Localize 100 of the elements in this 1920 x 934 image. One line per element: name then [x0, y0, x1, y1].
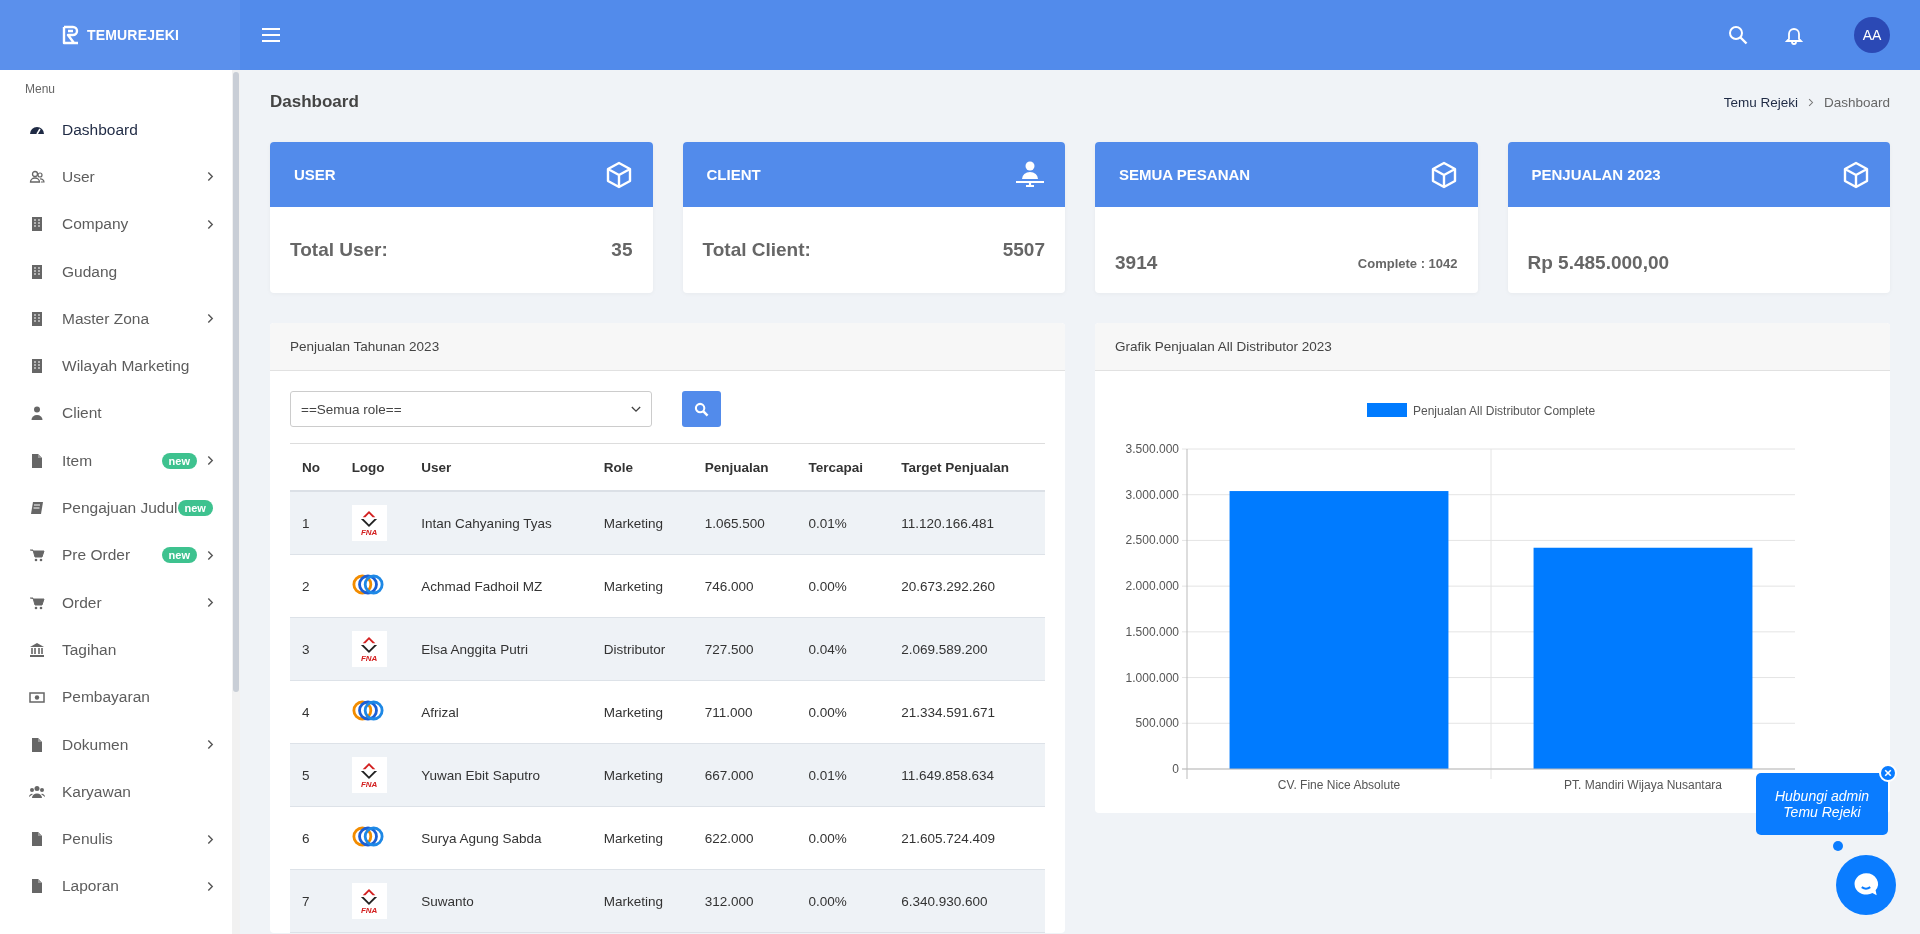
new-badge: new	[161, 452, 197, 469]
y-tick-label: 2.500.000	[1125, 533, 1179, 548]
y-tick-label: 2.000.000	[1125, 579, 1179, 594]
bubble-tail-icon	[1833, 841, 1843, 851]
table-cell: 0.00%	[796, 869, 890, 933]
table-cell: 0.04%	[796, 617, 890, 681]
table-cell: 0.01%	[796, 491, 890, 555]
sidebar-item[interactable]: Laporan	[0, 862, 232, 911]
table-cell: 622.000	[692, 806, 797, 870]
sidebar-item[interactable]: Dokumen	[0, 720, 232, 769]
table-cell: Marketing	[591, 680, 693, 744]
sidebar-item[interactable]: Penulis	[0, 815, 232, 863]
chevron-right-icon	[1807, 97, 1814, 107]
table-cell: 11.120.166.481	[889, 491, 1045, 555]
y-tick-label: 500.000	[1135, 716, 1179, 731]
bell-icon[interactable]	[1784, 25, 1804, 45]
breadcrumb-link[interactable]: Temu Rejeki	[1723, 94, 1798, 110]
table-cell: Marketing	[591, 554, 693, 618]
search-icon[interactable]	[1728, 25, 1748, 45]
y-tick-label: 3.500.000	[1125, 442, 1179, 456]
company-logo: FNA	[351, 505, 387, 541]
sidebar-item[interactable]: Master Zona	[0, 295, 232, 343]
sidebar-item[interactable]: Order	[0, 578, 232, 627]
company-logo: FNA	[351, 631, 387, 667]
chat-button[interactable]	[1836, 855, 1896, 915]
stat-value: 3914	[1115, 252, 1158, 274]
table-cell: 2	[290, 554, 340, 618]
rings-logo-icon	[351, 574, 384, 595]
stat-title: SEMUA PESANAN	[1119, 166, 1251, 183]
banknote-icon	[29, 689, 45, 706]
new-badge: new	[177, 500, 213, 516]
sidebar-item[interactable]: Dashboard	[0, 106, 232, 154]
table-cell: Afrizal	[409, 680, 592, 744]
table-cell: 312.000	[692, 869, 797, 933]
menu-heading: Menu	[24, 82, 57, 98]
cart-icon	[29, 594, 45, 611]
logo-icon	[60, 25, 81, 45]
sidebar-item[interactable]: Client	[0, 389, 232, 438]
scrollbar[interactable]	[232, 70, 240, 934]
building-icon	[29, 310, 45, 327]
x-tick-label: PT. Mandiri Wijaya Nusantara	[1563, 778, 1723, 792]
file-icon	[29, 878, 45, 895]
table-cell: 0.00%	[796, 554, 890, 618]
user-avatar[interactable]: AA	[1854, 17, 1890, 53]
table-cell: 711.000	[692, 680, 797, 744]
group-icon	[29, 783, 45, 800]
sidebar-item[interactable]: Pengajuan Judul new	[0, 484, 232, 532]
table-cell: 727.500	[692, 617, 797, 681]
building-icon	[29, 263, 45, 280]
x-tick-label: CV. Fine Nice Absolute	[1277, 778, 1401, 792]
book-icon	[29, 500, 45, 516]
chevron-down-icon	[631, 405, 641, 413]
stat-note: Complete : 1042	[1357, 255, 1458, 271]
table-cell: Distributor	[591, 617, 693, 681]
stat-label: Total Client:	[702, 239, 811, 261]
table-cell: 746.000	[692, 554, 797, 618]
table-cell: 7	[290, 869, 340, 933]
chat-bubble[interactable]: Hubungi admin Temu Rejeki	[1756, 773, 1888, 835]
sidebar-item[interactable]: Pembayaran	[0, 673, 232, 721]
stat-value: Rp 5.485.000,00	[1527, 252, 1670, 274]
sidebar-item[interactable]: Tagihan	[0, 626, 232, 674]
table-cell: 0.00%	[796, 680, 890, 744]
cube-icon	[1429, 160, 1458, 189]
table-cell: Surya Agung Sabda	[409, 806, 592, 870]
brand-name: TEMUREJEKI	[86, 27, 180, 43]
sidebar-item[interactable]: Item new	[0, 437, 232, 485]
file-icon	[29, 831, 45, 848]
menu-icon[interactable]	[262, 28, 280, 42]
legend-swatch	[1367, 403, 1407, 417]
table-cell: 667.000	[692, 743, 797, 807]
sidebar-item[interactable]: Gudang	[0, 247, 232, 296]
close-button[interactable]	[1879, 764, 1897, 782]
y-tick-label: 1.500.000	[1125, 624, 1179, 639]
stat-title: USER	[294, 166, 336, 183]
table-cell: 6.340.930.600	[889, 869, 1045, 933]
panel-title: Penjualan Tahunan 2023	[290, 339, 440, 354]
company-logo: FNA	[351, 883, 387, 919]
sidebar-item[interactable]: Pre Order new	[0, 531, 232, 579]
rings-logo-icon	[351, 826, 384, 847]
cube-icon	[1842, 160, 1870, 189]
stat-title: CLIENT	[706, 166, 761, 183]
table-cell: Intan Cahyaning Tyas	[409, 491, 592, 555]
stat-label: Total User:	[290, 239, 388, 261]
table-cell: 20.673.292.260	[889, 554, 1045, 618]
rings-logo-icon	[351, 700, 384, 721]
file-icon	[29, 736, 45, 753]
sidebar-item[interactable]: Wilayah Marketing	[0, 342, 232, 390]
sidebar-item[interactable]: User	[0, 153, 232, 201]
table-cell: 1.065.500	[692, 491, 797, 555]
table-cell: 0.01%	[796, 743, 890, 807]
table-cell: 11.649.858.634	[889, 743, 1045, 807]
search-button[interactable]	[682, 391, 721, 427]
building-icon	[29, 358, 45, 375]
role-select[interactable]: ==Semua role==	[290, 391, 652, 427]
search-icon	[694, 401, 709, 417]
sidebar-item[interactable]: Company	[0, 200, 232, 248]
table-cell: 21.605.724.409	[889, 806, 1045, 870]
sidebar-item[interactable]: Karyawan	[0, 768, 232, 816]
table-cell: 3	[290, 617, 340, 681]
page-title: Dashboard	[270, 92, 360, 112]
